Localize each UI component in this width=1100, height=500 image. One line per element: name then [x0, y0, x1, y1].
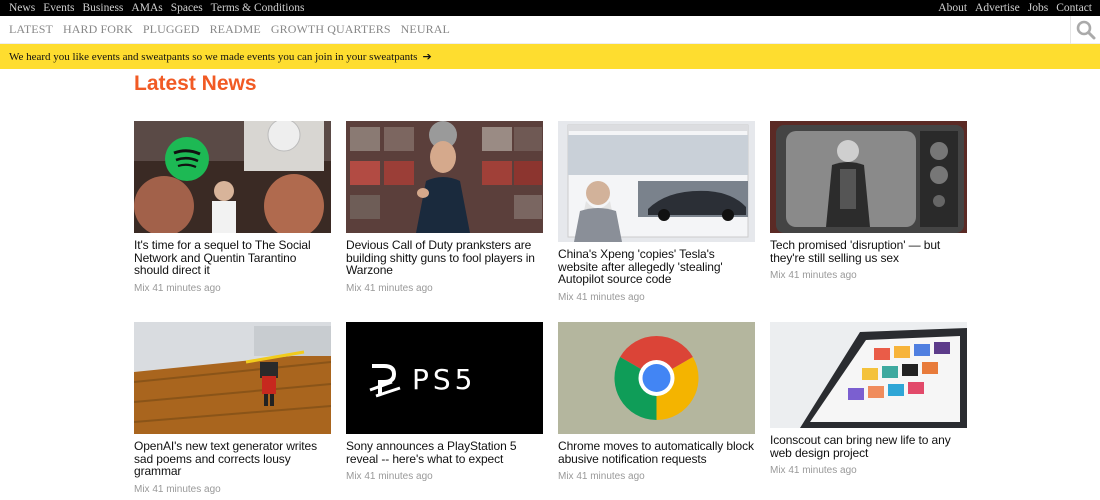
article-card[interactable]: OpenAI's new text generator writes sad p…: [134, 322, 331, 495]
article-card[interactable]: Chrome moves to automatically block abus…: [558, 322, 755, 482]
article-card[interactable]: China's Xpeng 'copies' Tesla's website a…: [558, 121, 755, 303]
top-navigation-bar: News Events Business AMAs Spaces Terms &…: [0, 0, 1100, 16]
promo-banner[interactable]: We heard you like events and sweatpants …: [0, 44, 1100, 69]
top-nav-left: News Events Business AMAs Spaces Terms &…: [9, 0, 312, 16]
article-thumbnail-keynote[interactable]: [346, 121, 543, 233]
article-title[interactable]: Devious Call of Duty pranksters are buil…: [346, 239, 543, 277]
article-thumbnail-tv[interactable]: [770, 121, 967, 233]
top-nav-news[interactable]: News: [9, 0, 35, 16]
channel-plugged[interactable]: PLUGGED: [143, 22, 200, 37]
article-meta: Mix 41 minutes ago: [346, 471, 433, 482]
ps5-wordmark: PS5: [412, 363, 476, 396]
article-meta: Mix 41 minutes ago: [770, 270, 857, 281]
article-title[interactable]: Sony announces a PlayStation 5 reveal --…: [346, 440, 543, 465]
channel-navigation: LATEST HARD FORK PLUGGED README GROWTH Q…: [0, 16, 1100, 44]
channel-hard-fork[interactable]: HARD FORK: [63, 22, 133, 37]
top-nav-business[interactable]: Business: [83, 0, 124, 16]
article-card[interactable]: Iconscout can bring new life to any web …: [770, 322, 967, 476]
article-thumbnail-tablet[interactable]: [770, 322, 967, 428]
ps5-logo-icon: PS5: [346, 322, 543, 434]
channel-latest[interactable]: LATEST: [9, 22, 53, 37]
article-meta: Mix 41 minutes ago: [770, 465, 857, 476]
top-nav-spaces[interactable]: Spaces: [171, 0, 203, 16]
top-nav-terms[interactable]: Terms & Conditions: [211, 0, 305, 16]
channel-growth-quarters[interactable]: GROWTH QUARTERS: [271, 22, 391, 37]
section-heading: Latest News: [134, 72, 257, 95]
arrow-right-icon: ➔: [422, 50, 432, 63]
article-meta: Mix 41 minutes ago: [558, 291, 645, 303]
article-thumbnail-chrome[interactable]: [558, 322, 755, 434]
top-nav-about[interactable]: About: [938, 0, 967, 16]
chrome-logo-icon: [558, 322, 755, 434]
article-title[interactable]: Iconscout can bring new life to any web …: [770, 434, 967, 459]
top-nav-jobs[interactable]: Jobs: [1028, 0, 1048, 16]
article-card[interactable]: PS5 Sony announces a PlayStation 5 revea…: [346, 322, 543, 482]
article-meta: Mix 41 minutes ago: [346, 282, 433, 294]
article-meta: Mix 41 minutes ago: [134, 483, 221, 495]
article-thumbnail-ps5[interactable]: PS5: [346, 322, 543, 434]
article-title[interactable]: It's time for a sequel to The Social Net…: [134, 239, 331, 277]
top-nav-events[interactable]: Events: [43, 0, 74, 16]
article-title[interactable]: Tech promised 'disruption' — but they're…: [770, 239, 967, 264]
article-card[interactable]: It's time for a sequel to The Social Net…: [134, 121, 331, 294]
article-meta: Mix 41 minutes ago: [558, 471, 645, 482]
article-thumbnail-website[interactable]: [558, 121, 755, 242]
search-button[interactable]: [1070, 16, 1100, 44]
top-nav-contact[interactable]: Contact: [1056, 0, 1092, 16]
article-meta: Mix 41 minutes ago: [134, 282, 221, 294]
top-nav-amas[interactable]: AMAs: [131, 0, 162, 16]
article-thumbnail-spotify[interactable]: [134, 121, 331, 233]
channel-readme[interactable]: README: [210, 22, 261, 37]
article-card[interactable]: Devious Call of Duty pranksters are buil…: [346, 121, 543, 294]
article-title[interactable]: China's Xpeng 'copies' Tesla's website a…: [558, 248, 755, 286]
promo-banner-text: We heard you like events and sweatpants …: [9, 50, 418, 63]
article-card[interactable]: Tech promised 'disruption' — but they're…: [770, 121, 967, 281]
article-title[interactable]: Chrome moves to automatically block abus…: [558, 440, 755, 465]
top-nav-advertise[interactable]: Advertise: [975, 0, 1020, 16]
channel-neural[interactable]: NEURAL: [401, 22, 450, 37]
search-icon: [1076, 20, 1095, 40]
article-thumbnail-robot[interactable]: [134, 322, 331, 434]
article-title[interactable]: OpenAI's new text generator writes sad p…: [134, 440, 331, 478]
top-nav-right: About Advertise Jobs Contact: [930, 0, 1092, 16]
